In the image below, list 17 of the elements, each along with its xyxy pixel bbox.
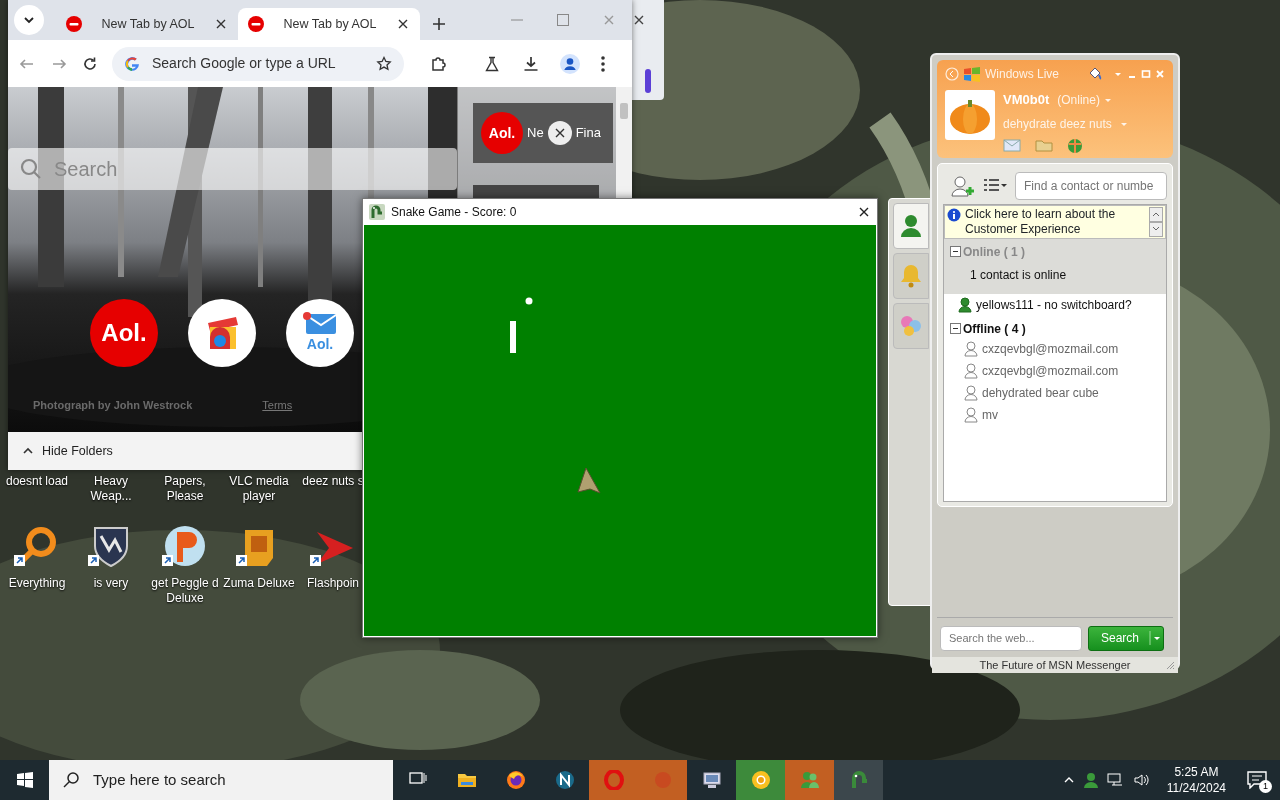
browser-icon — [505, 770, 526, 790]
o-logo-icon — [603, 770, 624, 790]
volume-icon[interactable] — [1132, 772, 1151, 788]
people-icon — [799, 770, 820, 790]
notification-badge: 1 — [1259, 780, 1272, 793]
network-icon[interactable] — [1106, 772, 1125, 788]
n-logo-icon — [554, 770, 575, 790]
circle-logo-icon — [750, 770, 771, 790]
person-icon[interactable] — [1082, 772, 1099, 788]
search-icon — [63, 772, 79, 788]
windows-icon — [16, 772, 33, 788]
search-input[interactable]: Type here to search — [91, 767, 383, 793]
notifications-button[interactable]: 1 — [1242, 765, 1272, 795]
clock[interactable]: 5:25 AM 11/24/2024 — [1158, 764, 1234, 796]
taskbar-search-field[interactable]: Type here to search — [49, 760, 393, 800]
message-icon — [1247, 771, 1267, 789]
computer-icon — [701, 770, 722, 790]
